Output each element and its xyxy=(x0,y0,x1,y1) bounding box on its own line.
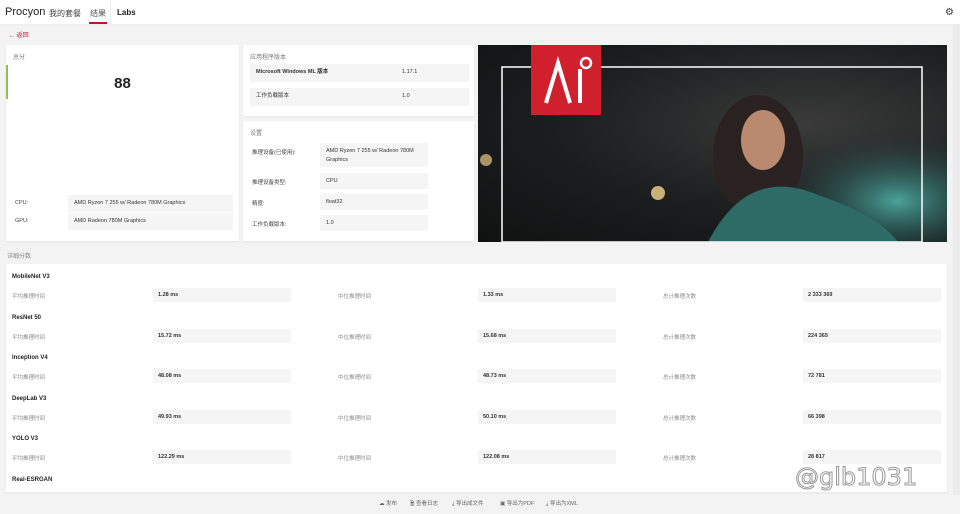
scrollbar[interactable] xyxy=(953,25,960,495)
details-title: 详细分数 xyxy=(7,254,32,260)
metric-value-total: 2 333 369 xyxy=(803,288,941,302)
metric-value-total: 72 781 xyxy=(803,369,941,384)
metric-label: 平均推理时间 xyxy=(12,334,46,341)
score-card: 总分 88 CPU: AMD Ryzen 7 255 w/ Radeon 780… xyxy=(6,45,239,241)
ai-logo-icon xyxy=(531,45,601,115)
metric-value-median: 48.73 ms xyxy=(478,369,616,384)
save-icon: ▣ xyxy=(500,501,507,507)
metric-value-median: 122.08 ms xyxy=(478,450,616,465)
winml-version-value: 1.17.1 xyxy=(402,69,418,75)
hero-illustration xyxy=(480,45,947,242)
metric-label: 中位推理时间 xyxy=(338,334,372,341)
cpu-value: AMD Ryzen 7 255 w/ Radeon 780M Graphics xyxy=(68,195,233,212)
metric-value-avg: 48.08 ms xyxy=(153,369,291,384)
metric-label: 中位推理时间 xyxy=(338,375,372,382)
workload-label: 工作负载版本: xyxy=(252,222,287,228)
winml-version-label: Microsoft Windows ML 版本 xyxy=(256,69,329,75)
metric-value-avg: 1.28 ms xyxy=(153,288,291,302)
export-file-button[interactable]: ⤓ 导出成文件 xyxy=(452,499,483,508)
back-link[interactable]: ← 返回 xyxy=(9,30,29,39)
metric-value-median: 1.33 ms xyxy=(478,288,616,302)
metric-label: 总计推理次数 xyxy=(663,415,697,422)
metric-value-avg: 49.93 ms xyxy=(153,409,291,424)
settings-title: 设置 xyxy=(250,131,263,137)
precision-value: float32 xyxy=(320,194,428,210)
tab-labs[interactable]: Labs xyxy=(117,8,136,17)
publish-button[interactable]: ☁ 发布 xyxy=(379,499,397,507)
workload-version-label: 工作负载版本 xyxy=(256,93,290,99)
cpu-label: CPU: xyxy=(15,200,29,206)
view-log-button[interactable]: 🗎 查看日志 xyxy=(410,499,438,509)
metric-label: 平均推理时间 xyxy=(12,456,46,463)
model-name: ResNet 50 xyxy=(12,314,42,321)
metric-label: 总计推理次数 xyxy=(663,294,697,300)
gear-icon[interactable]: ⚙ xyxy=(945,7,954,18)
cloud-icon: ☁ xyxy=(379,501,387,507)
metric-value-median: 15.68 ms xyxy=(478,328,616,343)
score-value: 88 xyxy=(114,75,131,92)
app-version-title: 应用程序版本 xyxy=(250,55,287,61)
app-version-card: 应用程序版本 Microsoft Windows ML 版本 1.17.1 工作… xyxy=(243,45,474,116)
metric-label: 总计推理次数 xyxy=(663,375,697,382)
workload-value: 1.0 xyxy=(320,215,428,231)
device-value: AMD Ryzen 7 255 w/ Radeon 780M Graphics xyxy=(320,143,428,167)
metric-label: 平均推理时间 xyxy=(12,375,46,382)
metric-label: 平均推理时间 xyxy=(12,294,46,300)
brand-logo: Procyon xyxy=(5,6,46,18)
metric-label: 中位推理时间 xyxy=(338,415,372,422)
device-type-label: 推理设备类型: xyxy=(252,180,287,186)
metric-value-median: 50.10 ms xyxy=(478,409,616,424)
score-title: 总分 xyxy=(13,55,26,61)
metric-label: 总计推理次数 xyxy=(663,334,697,341)
gpu-label: GPU: xyxy=(15,218,29,224)
model-name: Inception V4 xyxy=(12,355,48,362)
metric-label: 总计推理次数 xyxy=(663,456,697,463)
winml-version-row: Microsoft Windows ML 版本 1.17.1 xyxy=(250,64,469,82)
top-nav: Procyon 我的套餐 结果 Labs ⚙ xyxy=(0,0,960,25)
tab-results[interactable]: 结果 xyxy=(89,8,107,24)
metric-value-avg: 15.72 ms xyxy=(153,328,291,343)
export-xml-button[interactable]: ⤓ 导出为XML xyxy=(546,499,578,508)
model-name: DeepLab V3 xyxy=(12,395,47,402)
settings-card: 设置 推理设备(已使用): AMD Ryzen 7 255 w/ Radeon … xyxy=(243,121,474,241)
watermark: @glb1031 xyxy=(794,463,918,492)
device-label: 推理设备(已使用): xyxy=(252,150,296,156)
model-name: Real-ESRGAN xyxy=(12,477,53,483)
tab-my-plan[interactable]: 我的套餐 xyxy=(49,8,81,19)
metric-label: 平均推理时间 xyxy=(12,415,46,422)
metric-value-avg: 122.29 ms xyxy=(153,450,291,465)
nav-divider xyxy=(110,0,111,25)
export-pdf-button[interactable]: ▣ 导出为PDF xyxy=(500,499,534,507)
device-type-value: CPU xyxy=(320,173,428,189)
workload-version-row: 工作负载版本 1.0 xyxy=(250,88,469,106)
metric-label: 中位推理时间 xyxy=(338,456,372,463)
model-name: MobileNet V3 xyxy=(12,274,50,280)
details-card: MobileNet V3 平均推理时间 1.28 ms 中位推理时间 1.33 ms 总计… xyxy=(6,264,947,492)
gpu-value: AMD Radeon 780M Graphics xyxy=(68,213,233,230)
model-name: YOLO V3 xyxy=(12,436,39,443)
metric-value-total: 224 365 xyxy=(803,328,941,343)
metric-value-total: 66 398 xyxy=(803,409,941,424)
benchmark-hero-image xyxy=(478,45,947,242)
workload-version-value: 1.0 xyxy=(402,93,410,99)
precision-label: 精度: xyxy=(252,201,265,207)
metric-label: 中位推理时间 xyxy=(338,294,372,300)
